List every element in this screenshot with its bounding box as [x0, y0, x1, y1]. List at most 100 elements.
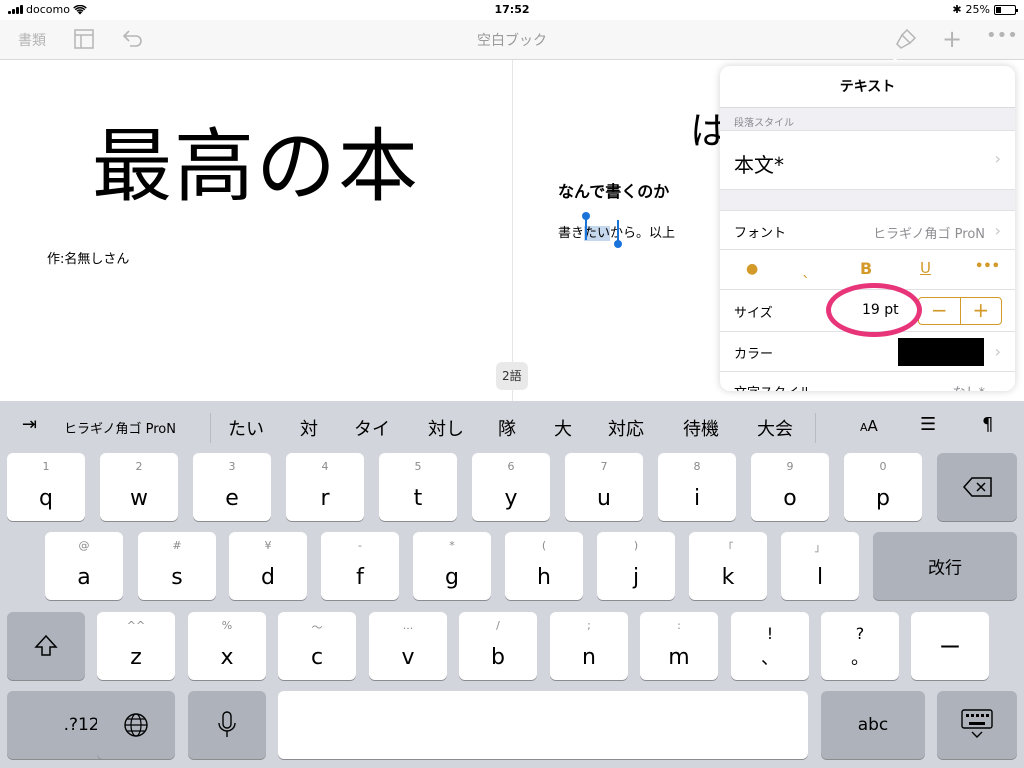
abc-key[interactable]: abc — [821, 691, 925, 759]
status-right: ✱ 25% — [952, 3, 1018, 16]
key-y[interactable]: 6y — [472, 453, 550, 521]
key-d[interactable]: ¥ d — [229, 532, 307, 600]
battery-percent: 25% — [965, 3, 990, 16]
globe-key[interactable] — [97, 691, 175, 759]
toolbar: 書類 空白ブック + ••• — [0, 20, 1024, 60]
globe-icon — [124, 713, 148, 737]
status-bar: docomo 17:52 ✱ 25% — [0, 0, 1024, 20]
dictation-key[interactable] — [188, 691, 266, 759]
bold-icon[interactable]: B — [860, 259, 872, 278]
key-k[interactable]: 「k — [689, 532, 767, 600]
suggestion-item[interactable]: 大 — [554, 415, 572, 441]
space-key[interactable] — [278, 691, 808, 759]
font-row[interactable]: フォント ヒラギノ角ゴ ProN › — [720, 210, 1015, 250]
key-f[interactable]: -f — [321, 532, 399, 600]
selection-start-bar — [585, 218, 587, 240]
paragraph-style-section-label: 段落スタイル — [734, 118, 794, 129]
key-r[interactable]: 4r — [286, 453, 364, 521]
backspace-key[interactable] — [937, 453, 1017, 521]
key-s[interactable]: # s — [138, 532, 216, 600]
key-u[interactable]: 7u — [565, 453, 643, 521]
annotation-circle — [826, 283, 922, 337]
return-key[interactable]: 改行 — [873, 532, 1017, 600]
suggestion-item[interactable]: 対 — [300, 415, 318, 441]
key-n[interactable]: ; n — [550, 612, 628, 680]
key-x[interactable]: % x — [188, 612, 266, 680]
key-a[interactable]: @ a — [45, 532, 123, 600]
color-swatch[interactable] — [898, 338, 984, 366]
key-j[interactable]: ) j — [597, 532, 675, 600]
size-decrease-button[interactable]: − — [919, 298, 961, 324]
font-label: フォント — [734, 226, 787, 241]
key-b[interactable]: / b — [459, 612, 537, 680]
selected-text[interactable]: たい — [584, 226, 611, 241]
key-t[interactable]: 5t — [379, 453, 457, 521]
suggestion-divider — [815, 413, 816, 443]
font-value: ヒラギノ角ゴ ProN — [873, 227, 985, 242]
tab-key-icon[interactable]: ⇥ — [22, 414, 37, 435]
shift-icon — [34, 634, 58, 656]
book-title[interactable]: 最高の本 — [0, 102, 512, 218]
popover-title: テキスト — [720, 66, 1015, 108]
more-icon[interactable]: ••• — [986, 25, 1018, 46]
key-v[interactable]: ... v — [369, 612, 447, 680]
section-heading[interactable]: なんで書くのか — [558, 178, 669, 202]
suggestion-item[interactable]: 対し — [428, 415, 464, 441]
suggestion-item[interactable]: タイ — [354, 415, 390, 441]
text-size-icon[interactable]: AA — [860, 417, 878, 435]
key-g[interactable]: * g — [413, 532, 491, 600]
char-style-value: なし* — [952, 382, 985, 391]
suggestion-item[interactable]: 対応 — [608, 415, 644, 441]
key-l[interactable]: 」 l — [781, 532, 859, 600]
key-q[interactable]: 1q — [7, 453, 85, 521]
suggestion-item[interactable]: 待機 — [683, 415, 719, 441]
align-icon[interactable]: ☰ — [920, 414, 936, 435]
char-style-row[interactable]: 文字スタイル なし* — [720, 372, 1015, 391]
dismiss-keyboard-key[interactable] — [937, 691, 1017, 759]
color-row[interactable]: カラー › — [720, 332, 1015, 372]
body-text-before: 書き — [558, 226, 585, 241]
word-count-badge[interactable]: 2語 — [496, 362, 528, 390]
more-styles-icon[interactable]: ••• — [975, 259, 1000, 274]
suggestion-divider — [210, 413, 211, 443]
key-m[interactable]: :m — [640, 612, 718, 680]
underline-icon[interactable]: U — [920, 259, 931, 277]
size-increase-button[interactable]: + — [961, 298, 1002, 324]
suggestion-item[interactable]: 隊 — [498, 415, 516, 441]
key-comma[interactable]: !、 — [731, 612, 809, 680]
key-z[interactable]: ^^ z — [97, 612, 175, 680]
key-c[interactable]: 〜 c — [278, 612, 356, 680]
key-period[interactable]: ?。 — [821, 612, 899, 680]
size-label: サイズ — [734, 306, 773, 321]
selection-end-handle[interactable] — [614, 240, 622, 248]
paragraph-style-value: 本文* — [734, 153, 784, 177]
add-icon[interactable]: + — [942, 25, 962, 53]
bluetooth-icon: ✱ — [952, 3, 962, 16]
paragraph-style-row[interactable]: 本文* › — [720, 130, 1015, 190]
key-o[interactable]: 9o — [751, 453, 829, 521]
key-h[interactable]: (h — [505, 532, 583, 600]
suggestion-item[interactable]: たい — [228, 415, 264, 441]
text-format-popover: テキスト 段落スタイル 本文* › フォント ヒラギノ角ゴ ProN › ● ˎ… — [720, 66, 1015, 391]
format-brush-icon[interactable] — [895, 28, 917, 55]
key-i[interactable]: 8i — [658, 453, 736, 521]
key-e[interactable]: 3e — [193, 453, 271, 521]
font-style-dot-icon[interactable]: ● — [746, 261, 758, 277]
keyboard-font-name[interactable]: ヒラギノ角ゴ ProN — [64, 418, 176, 437]
key-long-dash[interactable]: ー — [911, 612, 989, 680]
font-style-curve-icon[interactable]: ˎ — [802, 259, 810, 278]
size-stepper[interactable]: − + — [918, 297, 1002, 325]
shift-key[interactable] — [7, 612, 85, 680]
suggestion-item[interactable]: 大会 — [757, 415, 793, 441]
body-text-after: から。以上 — [610, 226, 676, 241]
suggestion-bar: ⇥ ヒラギノ角ゴ ProN たい 対 タイ 対し 隊 大 対応 待機 大会 AA… — [0, 401, 1024, 452]
delete-icon — [963, 477, 992, 497]
author-line[interactable]: 作:名無しさん — [47, 248, 129, 267]
chevron-right-icon: › — [994, 342, 1001, 361]
key-p[interactable]: 0p — [844, 453, 922, 521]
key-w[interactable]: 2w — [100, 453, 178, 521]
paragraph-mark-icon[interactable]: ¶ — [982, 414, 993, 435]
microphone-icon — [218, 711, 236, 737]
battery-icon — [994, 4, 1018, 15]
clock: 17:52 — [494, 3, 530, 16]
